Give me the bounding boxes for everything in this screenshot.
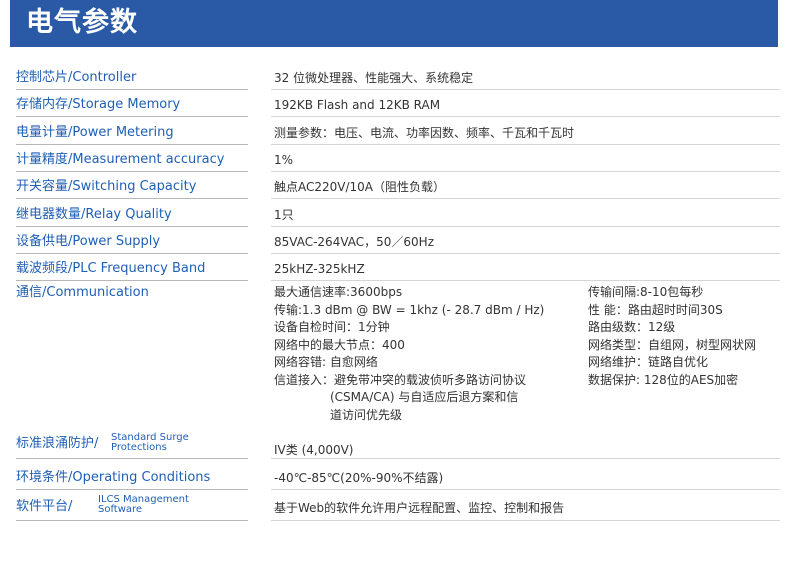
communication-spec-line: 性 能：路由超时时间30S	[588, 302, 723, 317]
divider	[271, 171, 780, 172]
divider	[271, 520, 780, 521]
communication-spec-line: 网络中的最大节点：400	[274, 337, 405, 352]
communication-spec-line: 最大通信速率:3600bps	[274, 285, 403, 299]
divider	[16, 253, 248, 254]
spec-row-surge: 标准浪涌防护/ Standard Surge Protections IV类 (…	[16, 432, 780, 459]
communication-spec-line: 设备自检时间：1分钟	[274, 320, 390, 334]
divider	[271, 198, 780, 199]
divider	[16, 198, 248, 199]
divider	[271, 458, 780, 459]
divider	[271, 489, 780, 490]
divider	[16, 89, 248, 90]
divider	[16, 489, 248, 490]
spec-value: 25kHZ-325kHZ	[274, 262, 365, 276]
spec-label: 载波频段/PLC Frequency Band	[16, 261, 206, 276]
spec-value: 测量参数：电压、电流、功率因数、频率、千瓦和千瓦时	[274, 126, 575, 140]
spec-row: 载波频段/PLC Frequency Band 25kHZ-325kHZ	[16, 260, 780, 281]
spec-label-en: Software	[98, 504, 143, 515]
communication-spec-line: 道访问优先级	[330, 407, 403, 422]
communication-spec-line: 传输间隔:8-10包每秒	[588, 285, 704, 299]
divider	[271, 144, 780, 145]
divider	[16, 280, 248, 281]
spec-label: 通信/Communication	[16, 285, 149, 300]
spec-value: 1%	[274, 153, 294, 167]
communication-spec-line: 网络维护：链路自优化	[588, 355, 709, 369]
spec-value: 1只	[274, 208, 294, 222]
spec-row-software: 软件平台/ ILCS Management Software 基于Web的软件允…	[16, 494, 780, 521]
spec-label: 控制芯片/Controller	[16, 70, 137, 85]
communication-spec-line: (CSMA/CA) 与自适应后退方案和信	[330, 390, 519, 404]
spec-value: IV类 (4,000V)	[274, 443, 354, 457]
spec-label: 环境条件/Operating Conditions	[16, 470, 211, 485]
divider	[16, 116, 248, 117]
spec-value: 32 位微处理器、性能强大、系统稳定	[274, 71, 474, 85]
spec-row-communication: 通信/Communication 最大通信速率:3600bps 传输:1.3 dB…	[16, 284, 780, 424]
divider	[16, 144, 248, 145]
spec-label: 标准浪涌防护/	[16, 436, 99, 451]
page-title: 电气参数	[26, 7, 138, 38]
divider	[16, 520, 248, 521]
spec-label: 设备供电/Power Supply	[16, 234, 161, 249]
divider	[271, 116, 780, 117]
divider	[16, 226, 248, 227]
spec-label: 电量计量/Power Metering	[16, 125, 174, 140]
communication-spec-line: 传输:1.3 dBm @ BW = 1khz (- 28.7 dBm / Hz)	[274, 302, 545, 317]
spec-label: 软件平台/	[16, 499, 73, 514]
spec-row: 存储内存/Storage Memory 192KB Flash and 12KB …	[16, 96, 780, 117]
spec-row-environment: 环境条件/Operating Conditions -40℃-85℃(20%-9…	[16, 469, 780, 490]
spec-label: 开关容量/Switching Capacity	[16, 179, 197, 194]
divider	[271, 226, 780, 227]
spec-value: 85VAC-264VAC，50／60Hz	[274, 235, 435, 249]
spec-value: 基于Web的软件允许用户远程配置、监控、控制和报告	[274, 501, 565, 515]
spec-label: 继电器数量/Relay Quality	[16, 207, 172, 222]
communication-spec-line: 信道接入：避免带冲突的载波侦听多路访问协议	[274, 372, 527, 387]
spec-value: 192KB Flash and 12KB RAM	[274, 98, 441, 112]
communication-spec-line: 路由级数：12级	[588, 320, 676, 334]
spec-row: 电量计量/Power Metering 测量参数：电压、电流、功率因数、频率、千瓦…	[16, 124, 780, 145]
spec-row: 继电器数量/Relay Quality 1只	[16, 206, 780, 227]
divider	[271, 89, 780, 90]
communication-spec-line: 数据保护: 128位的AES加密	[588, 372, 739, 387]
spec-label: 计量精度/Measurement accuracy	[16, 152, 225, 167]
divider	[271, 280, 780, 281]
divider	[16, 458, 248, 459]
spec-row: 计量精度/Measurement accuracy 1%	[16, 151, 780, 172]
divider	[271, 253, 780, 254]
divider	[16, 171, 248, 172]
spec-label: 存储内存/Storage Memory	[16, 97, 181, 112]
spec-row: 开关容量/Switching Capacity 触点AC220V/10A（阻性负载…	[16, 178, 780, 199]
communication-spec-line: 网络容错: 自愈网络	[274, 355, 378, 369]
spec-value: 触点AC220V/10A（阻性负载）	[274, 180, 446, 194]
spec-label-en: Protections	[111, 442, 167, 453]
spec-row: 控制芯片/Controller 32 位微处理器、性能强大、系统稳定	[16, 69, 780, 90]
header-banner: 电气参数	[10, 0, 778, 47]
communication-spec-line: 网络类型：自组网，树型网状网	[588, 337, 757, 352]
spec-row: 设备供电/Power Supply 85VAC-264VAC，50／60Hz	[16, 233, 780, 254]
spec-value: -40℃-85℃(20%-90%不结露)	[274, 471, 444, 485]
